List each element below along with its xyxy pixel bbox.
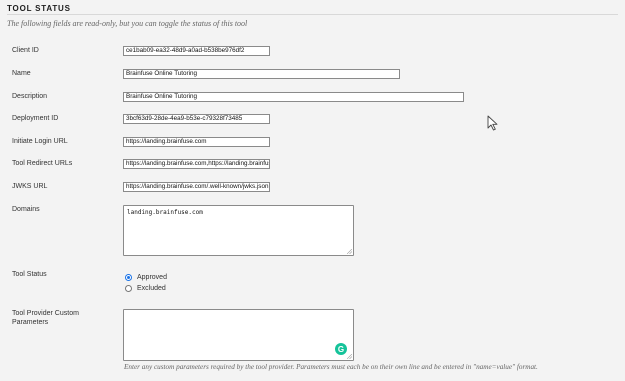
status-radio-approved[interactable]: Approved — [125, 273, 167, 282]
read-only-note: The following fields are read-only, but … — [7, 19, 248, 28]
name-field[interactable]: Brainfuse Online Tutoring — [123, 69, 400, 79]
mouse-pointer-icon — [487, 115, 498, 131]
name-label: Name — [12, 70, 31, 77]
custom-params-hint: Enter any custom parameters required by … — [124, 363, 538, 371]
custom-params-textarea[interactable]: G — [123, 309, 354, 361]
radio-button-excluded[interactable] — [125, 285, 132, 292]
resize-grip-icon[interactable] — [347, 354, 352, 359]
initiate-login-url-label: Initiate Login URL — [12, 138, 68, 145]
title-divider — [7, 14, 618, 15]
tool-status-label: Tool Status — [12, 271, 47, 278]
status-radio-excluded[interactable]: Excluded — [125, 284, 166, 293]
domains-value: landing.brainfuse.com — [127, 209, 203, 216]
tool-redirect-urls-label: Tool Redirect URLs — [12, 160, 73, 167]
jwks-url-label: JWKS URL — [12, 183, 48, 190]
custom-params-label: Tool Provider Custom Parameters — [12, 310, 79, 326]
initiate-login-url-field[interactable]: https://landing.brainfuse.com — [123, 137, 270, 147]
deployment-id-field[interactable]: 3bcf63d9-28de-4ea9-b53e-c79328f73485 — [123, 114, 270, 124]
domains-textarea[interactable]: landing.brainfuse.com — [123, 205, 354, 256]
domains-label: Domains — [12, 206, 40, 213]
client-id-label: Client ID — [12, 47, 39, 54]
deployment-id-label: Deployment ID — [12, 115, 59, 122]
grammarly-icon[interactable]: G — [335, 343, 347, 355]
excluded-label: Excluded — [137, 285, 166, 292]
description-field[interactable]: Brainfuse Online Tutoring — [123, 92, 464, 102]
section-title: TOOL STATUS — [7, 4, 71, 13]
approved-label: Approved — [137, 274, 167, 281]
jwks-url-field[interactable]: https://landing.brainfuse.com/.well-know… — [123, 182, 270, 192]
tool-redirect-urls-field[interactable]: https://landing.brainfuse.com,https://la… — [123, 159, 270, 169]
client-id-field[interactable]: ce1bab09-ea32-48d9-a0ad-b538be976df2 — [123, 46, 270, 56]
description-label: Description — [12, 93, 48, 100]
radio-button-approved[interactable] — [125, 274, 132, 281]
resize-grip-icon[interactable] — [347, 249, 352, 254]
